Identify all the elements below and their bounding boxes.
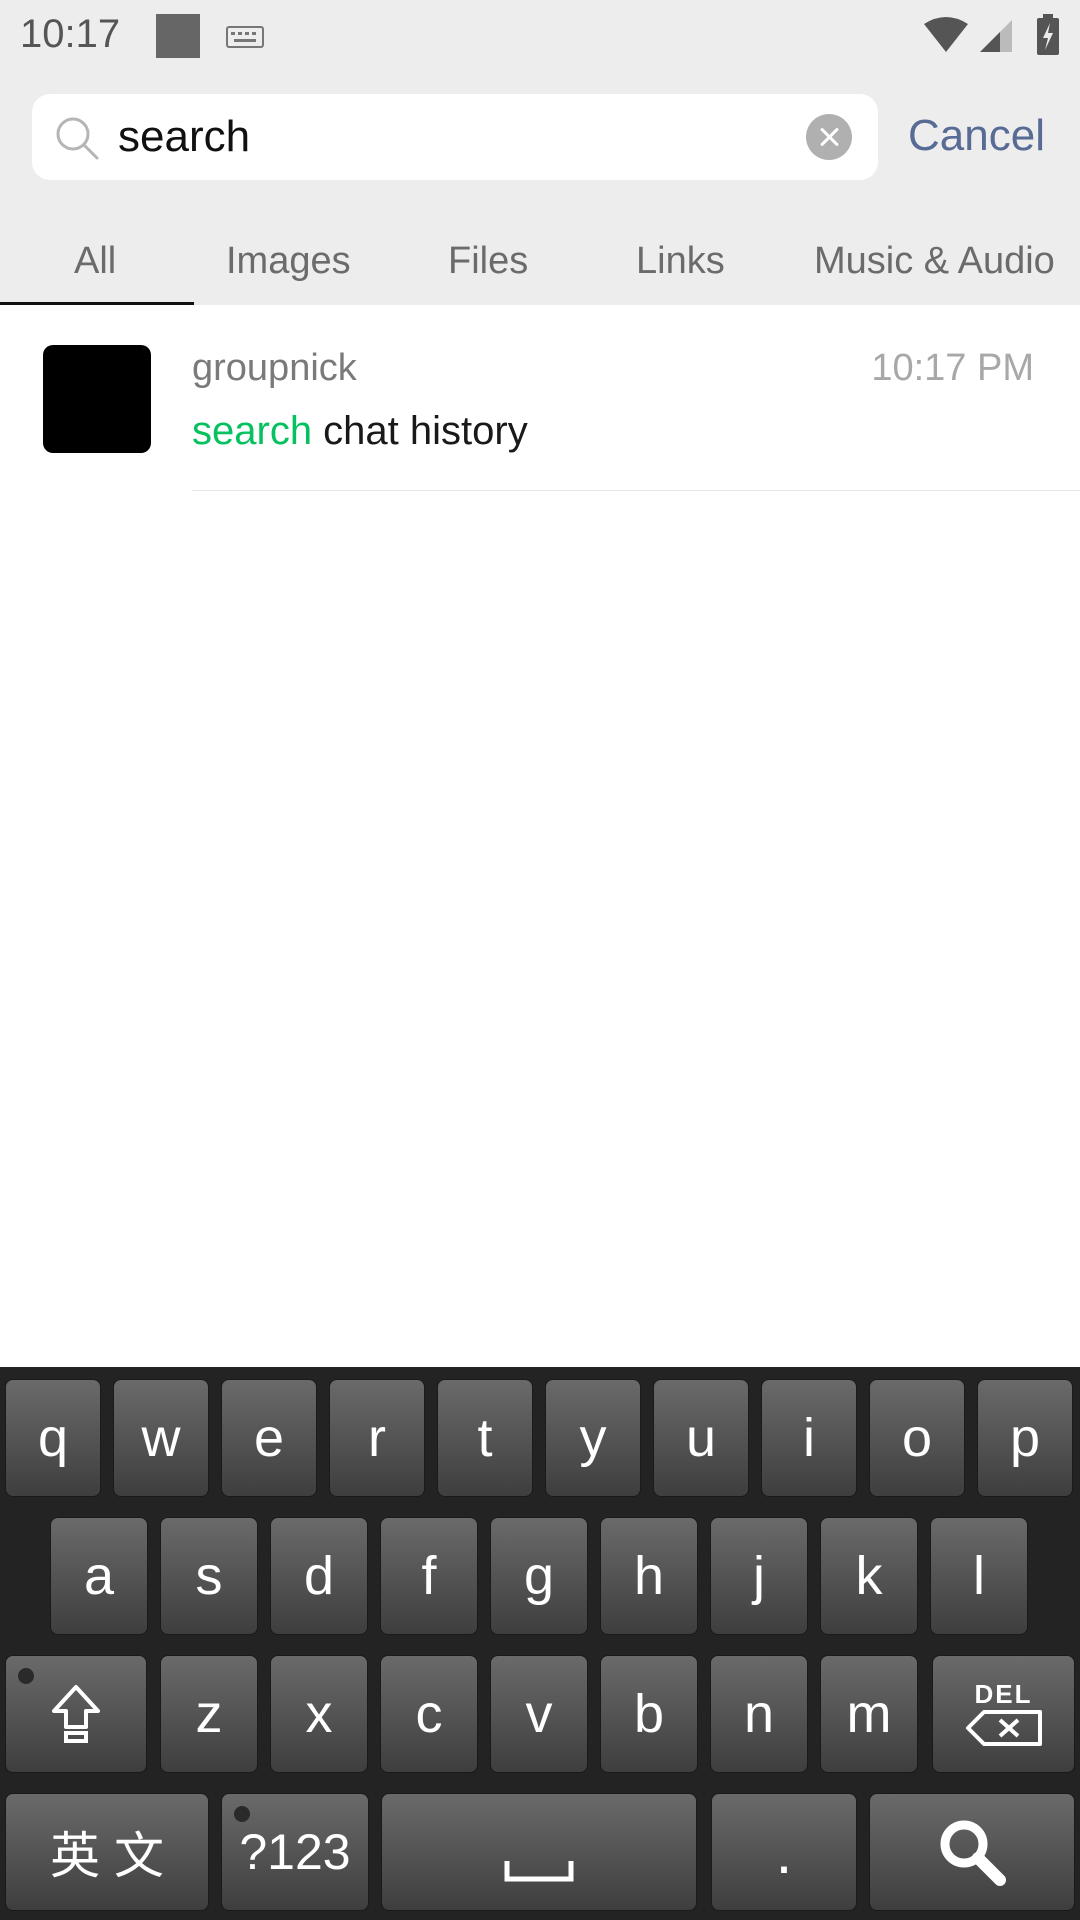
key-m[interactable]: m — [820, 1655, 918, 1773]
period-key[interactable]: . — [711, 1793, 857, 1911]
key-d[interactable]: d — [270, 1517, 368, 1635]
key-r[interactable]: r — [329, 1379, 425, 1497]
key-indicator-dot — [18, 1668, 34, 1684]
search-key-icon — [940, 1820, 1006, 1886]
keyboard-icon — [226, 26, 264, 48]
key-y[interactable]: y — [545, 1379, 641, 1497]
tab-images[interactable]: Images — [226, 240, 351, 283]
key-g[interactable]: g — [490, 1517, 588, 1635]
status-time: 10:17 — [20, 12, 121, 56]
tab-all[interactable]: All — [74, 240, 116, 283]
key-k[interactable]: k — [820, 1517, 918, 1635]
result-snippet-rest: chat history — [312, 409, 528, 453]
key-t[interactable]: t — [437, 1379, 533, 1497]
key-o[interactable]: o — [869, 1379, 965, 1497]
clear-icon[interactable] — [806, 114, 852, 160]
del-label: DEL — [974, 1679, 1033, 1709]
key-indicator-dot — [234, 1806, 250, 1822]
list-item[interactable]: groupnick 10:17 PM search chat history — [0, 305, 1080, 491]
search-box[interactable] — [32, 94, 878, 180]
key-p[interactable]: p — [977, 1379, 1073, 1497]
search-icon — [56, 117, 99, 160]
soft-keyboard: q w e r t y u i o p a s d f g h j k l z … — [0, 1367, 1080, 1920]
result-name: groupnick — [192, 347, 357, 389]
tab-bar: All Images Files Links Music & Audio — [0, 220, 1080, 305]
wifi-icon — [924, 17, 968, 52]
language-switch-key[interactable]: 英 文 — [5, 1793, 209, 1911]
tab-links[interactable]: Links — [636, 240, 725, 283]
space-icon — [504, 1861, 574, 1882]
result-match-highlight: search — [192, 409, 313, 453]
status-bar: 10:17 — [0, 0, 1080, 75]
key-h[interactable]: h — [600, 1517, 698, 1635]
key-b[interactable]: b — [600, 1655, 698, 1773]
backspace-icon — [965, 1710, 1042, 1746]
key-z[interactable]: z — [160, 1655, 258, 1773]
tab-files[interactable]: Files — [448, 240, 528, 283]
key-n[interactable]: n — [710, 1655, 808, 1773]
result-snippet: search chat history — [192, 409, 528, 454]
key-u[interactable]: u — [653, 1379, 749, 1497]
delete-key[interactable]: DEL — [932, 1655, 1075, 1773]
tab-music-audio[interactable]: Music & Audio — [814, 240, 1055, 283]
key-i[interactable]: i — [761, 1379, 857, 1497]
key-e[interactable]: e — [221, 1379, 317, 1497]
notification-icon — [156, 14, 200, 58]
avatar — [43, 345, 151, 453]
cancel-button[interactable]: Cancel — [908, 111, 1045, 161]
key-s[interactable]: s — [160, 1517, 258, 1635]
battery-icon — [1037, 14, 1059, 55]
result-time: 10:17 PM — [871, 347, 1034, 389]
symbols-key[interactable]: ?123 — [221, 1793, 369, 1911]
divider — [192, 490, 1080, 491]
key-v[interactable]: v — [490, 1655, 588, 1773]
shift-icon — [52, 1685, 100, 1743]
shift-key[interactable] — [5, 1655, 147, 1773]
key-f[interactable]: f — [380, 1517, 478, 1635]
key-c[interactable]: c — [380, 1655, 478, 1773]
search-header: Cancel All Images Files Links Music & Au… — [0, 75, 1080, 306]
key-q[interactable]: q — [5, 1379, 101, 1497]
key-j[interactable]: j — [710, 1517, 808, 1635]
key-l[interactable]: l — [930, 1517, 1028, 1635]
signal-icon — [980, 20, 1012, 52]
symbols-key-label: ?123 — [239, 1824, 351, 1880]
space-key[interactable] — [381, 1793, 697, 1911]
search-input[interactable] — [118, 104, 818, 170]
key-x[interactable]: x — [270, 1655, 368, 1773]
key-a[interactable]: a — [50, 1517, 148, 1635]
key-w[interactable]: w — [113, 1379, 209, 1497]
search-key[interactable] — [869, 1793, 1075, 1911]
